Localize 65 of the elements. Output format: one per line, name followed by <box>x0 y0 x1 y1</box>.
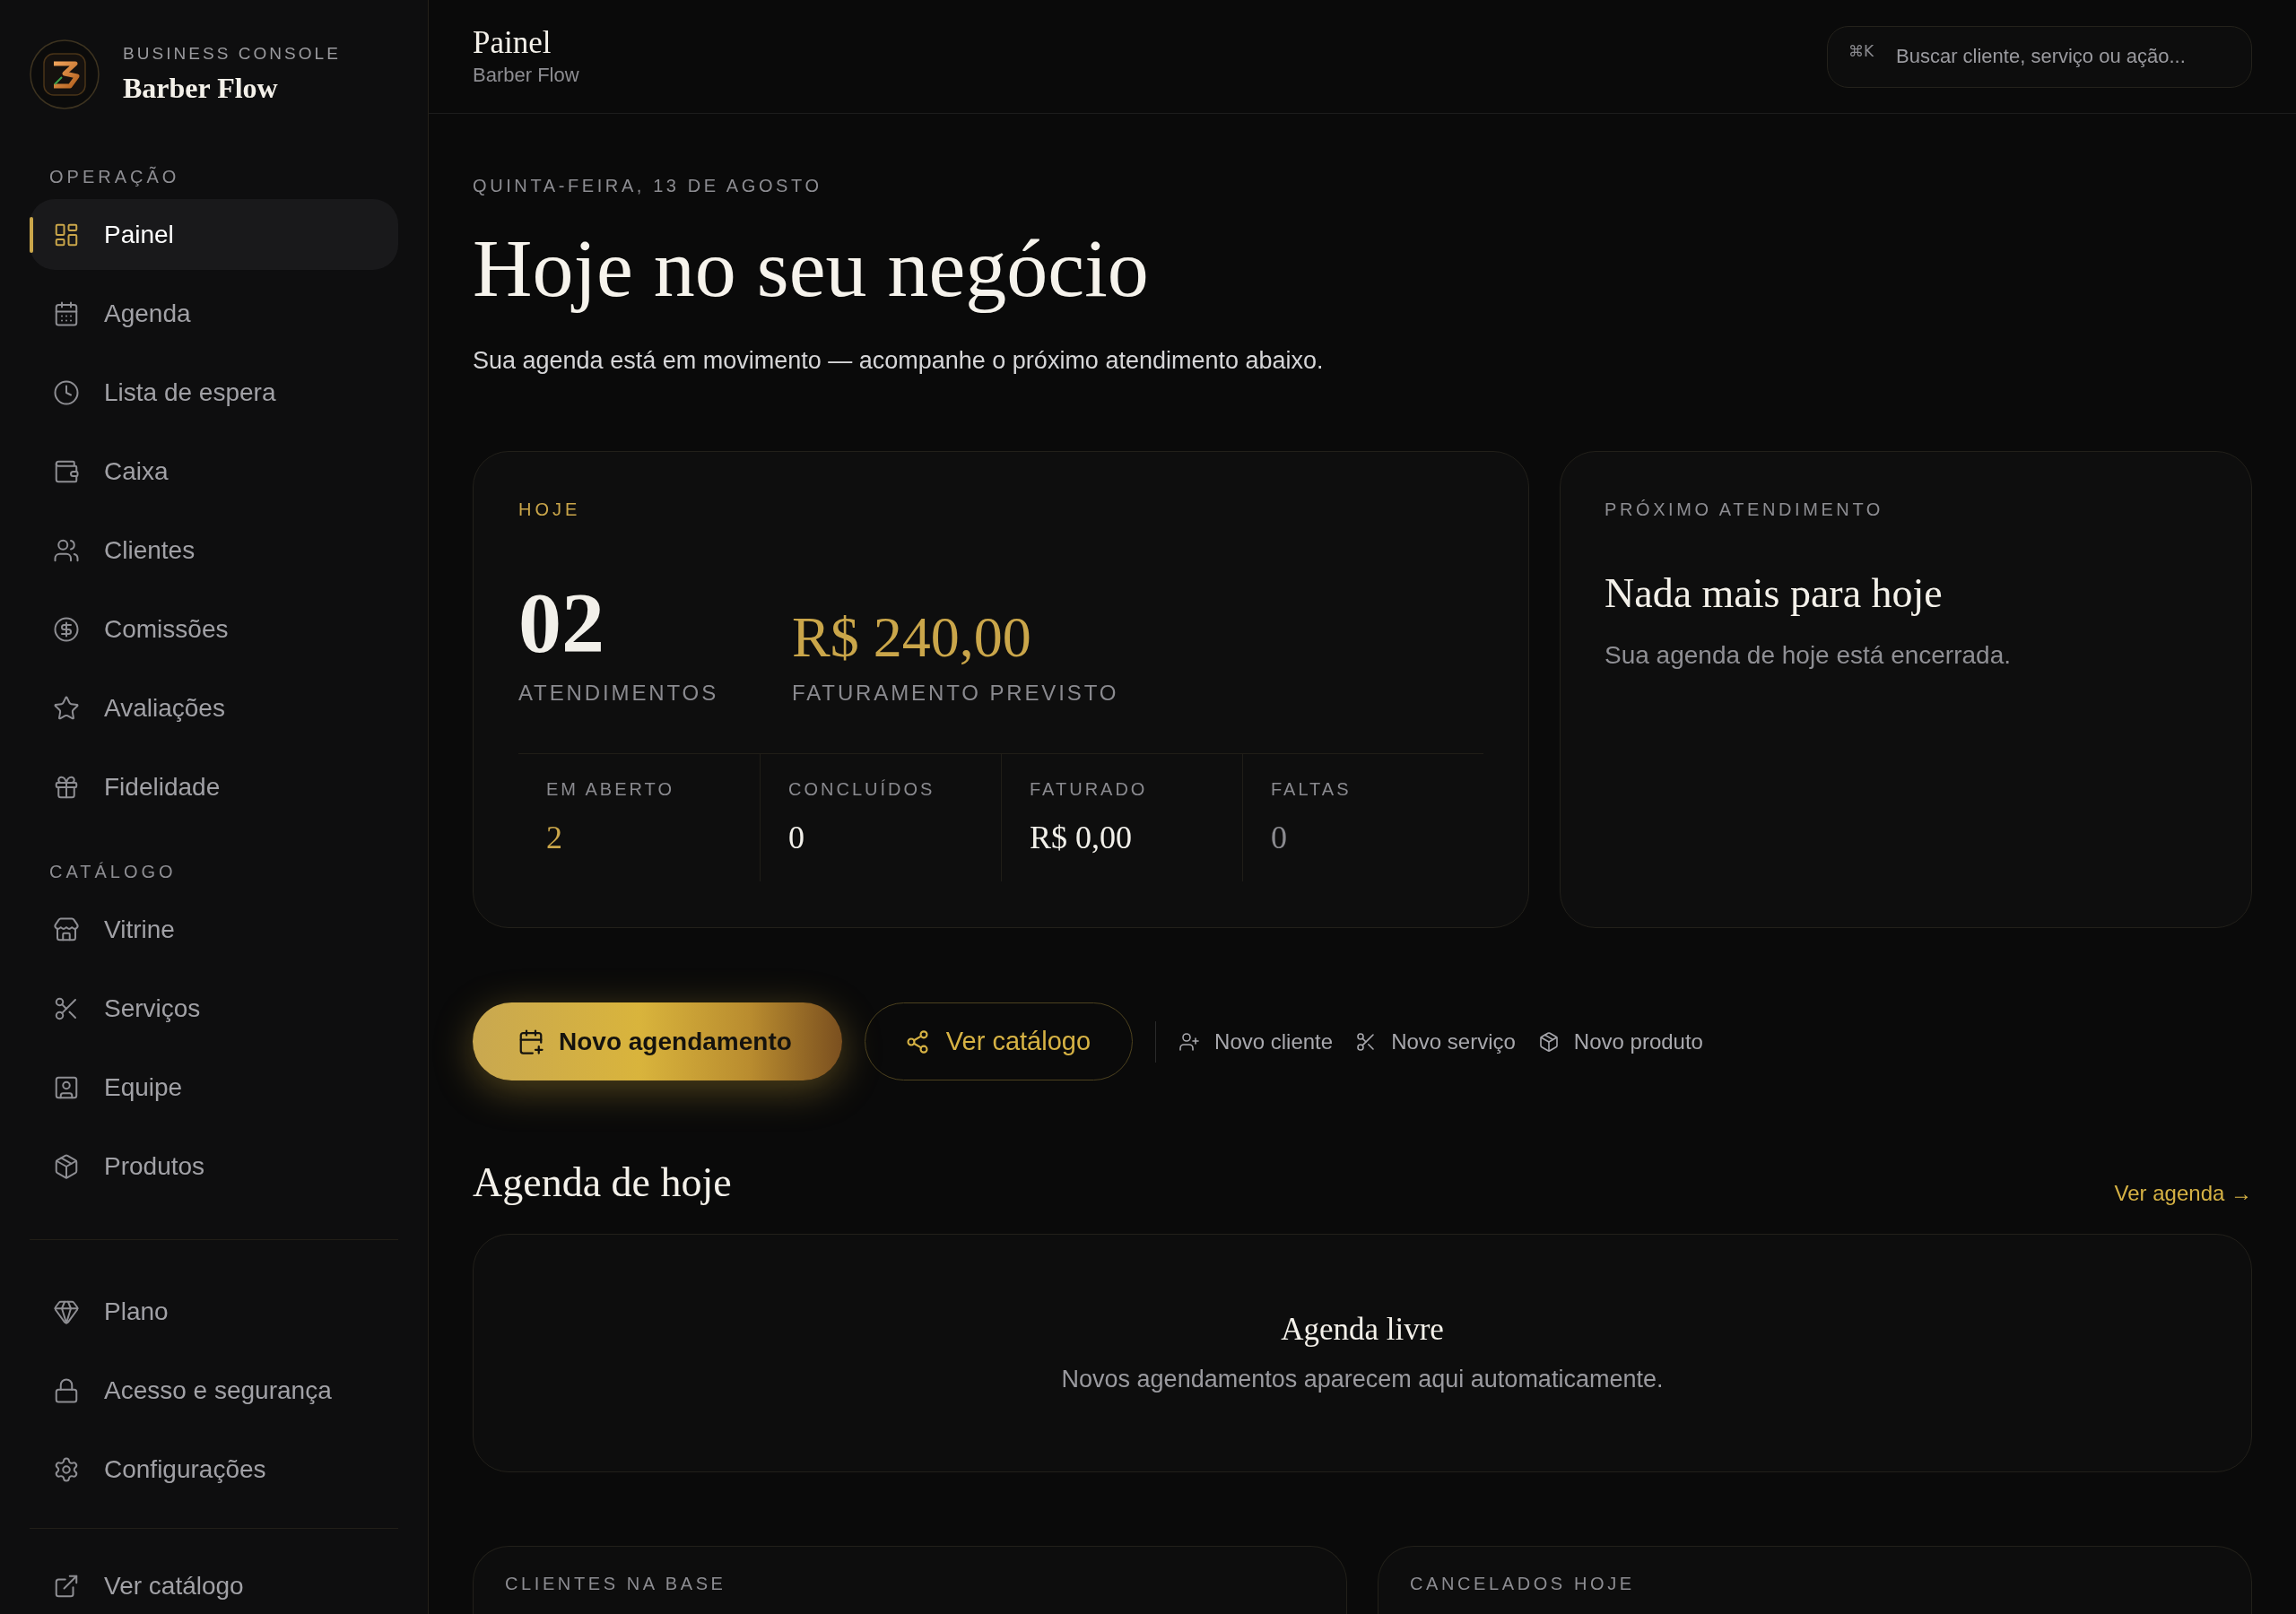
metric-caption: ATENDIMENTOS <box>518 682 719 704</box>
active-indicator <box>30 217 33 253</box>
card-label: HOJE <box>518 499 582 520</box>
sidebar-item[interactable]: Ver catálogo <box>30 1558 398 1614</box>
settings-icon <box>53 1455 80 1483</box>
view-agenda-link[interactable]: Ver agenda → <box>2114 1181 2252 1206</box>
stat-label: FALTAS <box>1271 778 1352 800</box>
new-appointment-button[interactable]: Novo agendamento <box>473 1002 842 1080</box>
shortcut-hint: ⌘K <box>1848 40 1874 61</box>
sidebar-item[interactable]: Plano <box>30 1276 398 1347</box>
sidebar-item[interactable]: Painel <box>30 199 398 270</box>
sidebar-item[interactable]: Equipe <box>30 1052 398 1123</box>
brand-name: Barber Flow <box>123 71 279 105</box>
stat-value: R$ 0,00 <box>1030 821 1132 854</box>
sidebar-item[interactable]: Vitrine <box>30 894 398 965</box>
metric-value: R$ 240,00 <box>792 609 1031 666</box>
sidebar-item[interactable]: Lista de espera <box>30 357 398 428</box>
section-label: OPERAÇÃO <box>48 166 181 187</box>
sidebar-item[interactable]: Produtos <box>30 1131 398 1202</box>
quick-action-link[interactable]: Novo serviço <box>1355 1025 1516 1058</box>
calendar-icon <box>53 299 80 327</box>
stat-value: 0 <box>1271 821 1287 854</box>
package-icon <box>1537 1030 1560 1053</box>
star-icon <box>53 694 80 722</box>
stat-label: CONCLUÍDOS <box>788 778 935 800</box>
quick-action-link[interactable]: Novo produto <box>1537 1025 1703 1058</box>
brand-eyebrow: BUSINESS CONSOLE <box>123 44 341 64</box>
stat-value: 2 <box>546 821 562 854</box>
quick-action-link[interactable]: Novo cliente <box>1178 1025 1334 1058</box>
card-label: CLIENTES NA BASE <box>505 1574 726 1593</box>
package-icon <box>53 1152 80 1180</box>
metric-caption: FATURAMENTO PREVISTO <box>792 682 1119 704</box>
stat-label: EM ABERTO <box>546 778 674 800</box>
card-label: PRÓXIMO ATENDIMENTO <box>1605 499 1884 520</box>
header-subtitle: Barber Flow <box>473 64 579 87</box>
user-plus-icon <box>1178 1030 1201 1053</box>
calendar-plus-icon <box>517 1028 544 1055</box>
sidebar-item[interactable]: Fidelidade <box>30 751 398 822</box>
empty-text: Novos agendamentos aparecem aqui automaticamente. <box>1061 1364 1664 1393</box>
metric-value: 02 <box>518 580 604 666</box>
sidebar-item[interactable]: Comissões <box>30 594 398 664</box>
sidebar-item[interactable]: Configurações <box>30 1434 398 1505</box>
sidebar-item[interactable]: Serviços <box>30 973 398 1044</box>
sidebar-item[interactable]: Acesso e segurança <box>30 1355 398 1426</box>
sidebar-item[interactable]: Clientes <box>30 515 398 586</box>
stat-label: FATURADO <box>1030 778 1148 800</box>
date-label: QUINTA-FEIRA, 13 DE AGOSTO <box>473 175 822 196</box>
lock-icon <box>53 1376 80 1404</box>
card-text: Sua agenda de hoje está encerrada. <box>1605 640 2012 671</box>
card-label: CANCELADOS HOJE <box>1410 1574 1635 1593</box>
section-label: CATÁLOGO <box>48 861 178 882</box>
clock-icon <box>53 378 80 406</box>
section-title: Agenda de hoje <box>473 1159 732 1206</box>
external-link-icon <box>53 1573 80 1600</box>
card-title: Nada mais para hoje <box>1605 573 1943 614</box>
sidebar-item[interactable]: Avaliações <box>30 672 398 743</box>
sidebar-item[interactable]: Caixa <box>30 436 398 507</box>
stat-value: 0 <box>788 821 804 854</box>
empty-title: Agenda livre <box>1281 1313 1444 1345</box>
page-subtitle: Sua agenda está em movimento — acompanhe o próximo atendimento abaixo. <box>473 346 1324 375</box>
logo-icon <box>30 39 100 109</box>
store-icon <box>53 915 80 943</box>
sidebar-item[interactable]: Agenda <box>30 278 398 349</box>
dollar-icon <box>53 615 80 643</box>
header-title: Painel <box>473 26 552 60</box>
